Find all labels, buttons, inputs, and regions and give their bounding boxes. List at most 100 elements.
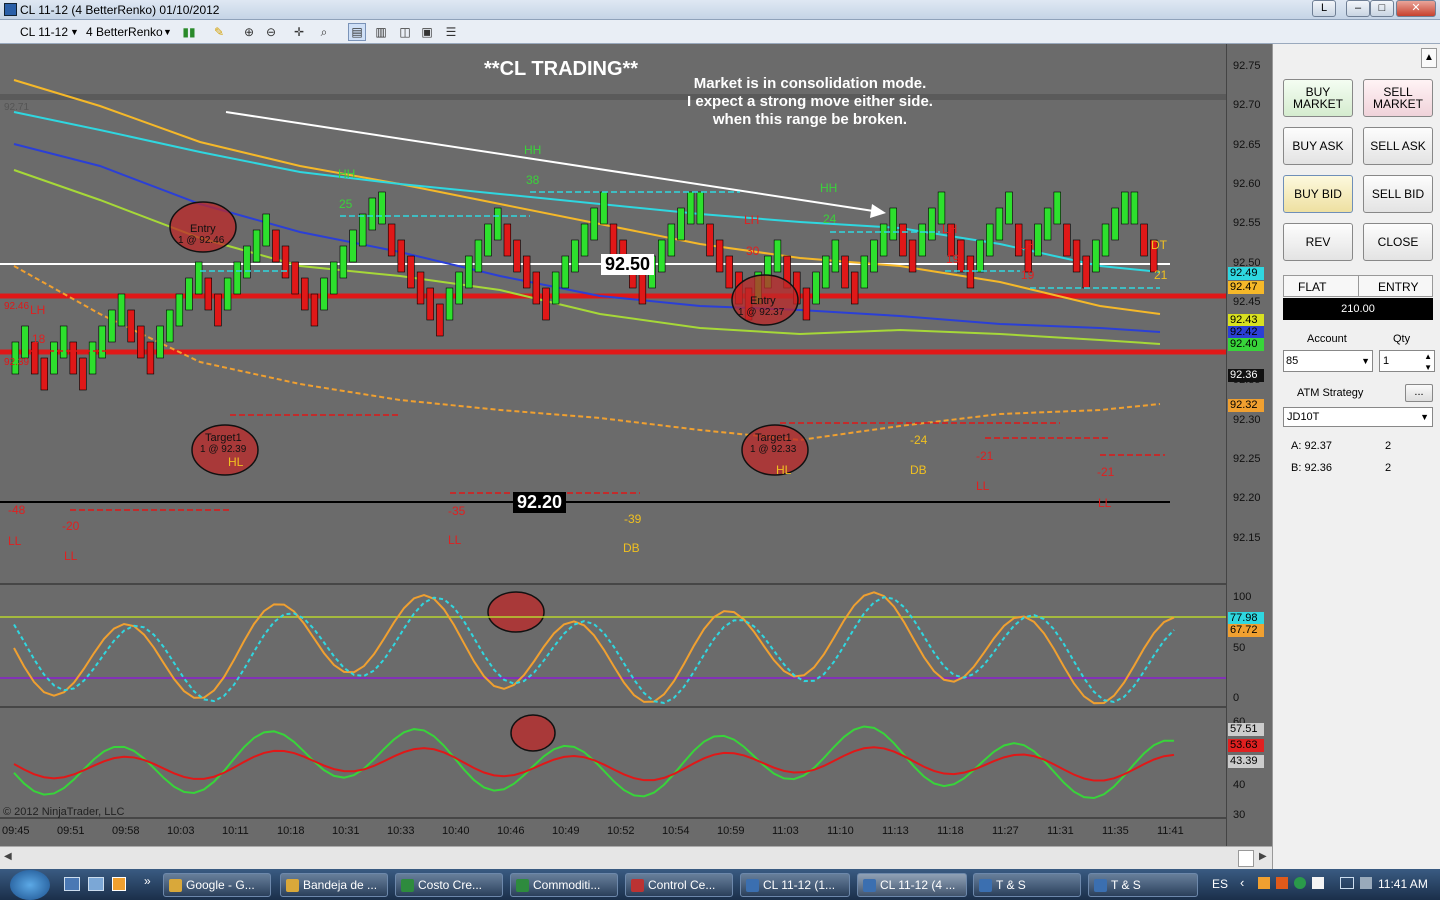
volume-icon[interactable] (1360, 877, 1372, 889)
quantity-stepper[interactable]: 1 ▲ ▼ (1379, 350, 1435, 372)
renko-brick (1111, 207, 1119, 241)
account-select[interactable]: 85 ▼ (1283, 350, 1373, 372)
taskbar-item[interactable]: T & S (973, 873, 1081, 897)
renko-brick (995, 207, 1004, 241)
swing-label: 19 (1021, 268, 1035, 282)
tray-icon[interactable] (1294, 877, 1306, 889)
properties-icon[interactable]: ☰ (442, 23, 460, 41)
stoch-tag: 67.72 (1228, 624, 1264, 637)
swing-label: -21 (1097, 465, 1115, 479)
ask-size: 2 (1385, 440, 1392, 452)
renko-brick (889, 207, 897, 241)
taskbar: » Google - G... Bandeja de ... Costo Cre… (0, 869, 1440, 900)
swing-label: -24 (910, 433, 928, 447)
sell-market-button[interactable]: SELL MARKET (1363, 79, 1433, 117)
renko-brick (127, 309, 135, 343)
outlook-icon[interactable] (112, 877, 126, 891)
chart-panel[interactable]: HH 38 HH 24 25 HH LH 30 LH LH 19 19 DT 21 18 LH -48 LL -20… (0, 44, 1272, 846)
chart-title: **CL TRADING** (484, 58, 639, 80)
start-button[interactable] (10, 870, 50, 900)
zoom-out-icon[interactable]: ⊖ (262, 23, 280, 41)
price-chart[interactable]: HH 38 HH 24 25 HH LH 30 LH LH 19 19 DT 21 18 LH -48 LL -20… (0, 44, 1226, 846)
tray-icon[interactable] (1258, 877, 1270, 889)
y-tick-label: 92.75 (1233, 60, 1261, 72)
chevron-left-icon[interactable]: ‹ (1240, 875, 1244, 890)
price-label: 92.39 (4, 357, 29, 368)
renko-brick (484, 223, 492, 257)
scroll-up-icon[interactable]: ▲ (1421, 48, 1437, 68)
price-tag: 92.36 (1228, 369, 1264, 382)
zoom-in-icon[interactable]: ⊕ (240, 23, 258, 41)
renko-brick (233, 261, 241, 295)
clock[interactable]: 11:41 AM (1378, 877, 1428, 891)
sell-ask-button[interactable]: SELL ASK (1363, 127, 1433, 165)
crosshair-icon[interactable]: ✛ (290, 23, 308, 41)
tray-icon[interactable] (1276, 877, 1288, 889)
sell-bid-button[interactable]: SELL BID (1363, 175, 1433, 213)
bar-style-icon[interactable]: ▮▮ (180, 23, 198, 41)
control-center-icon (631, 879, 644, 892)
scroll-left-icon[interactable]: ◀ (4, 851, 12, 862)
renko-brick (98, 325, 106, 359)
scroll-right-icon[interactable]: ▶ (1259, 851, 1267, 862)
swing-label: 25 (339, 197, 353, 211)
renko-brick (658, 239, 666, 273)
taskbar-item[interactable]: Costo Cre... (395, 873, 503, 897)
scroll-thumb[interactable] (1238, 850, 1254, 867)
entry-label: Entry (750, 295, 776, 307)
templates-icon[interactable]: ▣ (418, 23, 436, 41)
time-and-sales-icon (979, 879, 992, 892)
atm-strategy-select[interactable]: JD10T ▼ (1283, 407, 1433, 427)
chevron-down-icon[interactable]: ▼ (1361, 351, 1370, 371)
excel-icon (516, 879, 529, 892)
buy-market-button[interactable]: BUY MARKET (1283, 79, 1353, 117)
band (0, 94, 1226, 100)
chevron-down-icon[interactable]: ▼ (163, 24, 172, 40)
taskbar-item-active[interactable]: CL 11-12 (4 ... (857, 873, 967, 897)
strategies-icon[interactable]: ◫ (396, 23, 414, 41)
chevron-right-icon[interactable]: » (144, 874, 151, 888)
renko-brick (937, 191, 946, 225)
stepper-down-icon[interactable]: ▼ (1424, 358, 1432, 378)
taskbar-item[interactable]: Control Ce... (625, 873, 733, 897)
language-button[interactable]: L (1312, 0, 1336, 17)
taskbar-item[interactable]: Bandeja de ... (280, 873, 388, 897)
chart-toolbar: CL 11-12 ▼ 4 BetterRenko ▼ ▮▮ ✎ ⊕ ⊖ ✛ ⌕ … (0, 20, 1440, 44)
indicators-icon[interactable]: ▥ (372, 23, 390, 41)
explorer-icon[interactable] (88, 877, 104, 891)
taskbar-item-label: Commoditi... (533, 878, 601, 892)
search-icon[interactable]: ⌕ (315, 23, 333, 41)
renko-brick (1072, 239, 1081, 273)
instrument-selector[interactable]: CL 11-12 (20, 24, 68, 40)
taskbar-item[interactable]: T & S (1088, 873, 1198, 897)
close-position-button[interactable]: CLOSE (1363, 223, 1433, 261)
taskbar-item-label: T & S (996, 878, 1026, 892)
renko-brick (79, 357, 87, 391)
swing-label: LL (64, 549, 78, 563)
account-label: Account (1307, 333, 1347, 345)
taskbar-item[interactable]: Commoditi... (510, 873, 618, 897)
buy-ask-button[interactable]: BUY ASK (1283, 127, 1353, 165)
language-indicator[interactable]: ES (1212, 877, 1228, 891)
network-icon[interactable] (1340, 877, 1354, 889)
chevron-down-icon[interactable]: ▼ (1420, 408, 1429, 426)
pencil-icon[interactable]: ✎ (210, 23, 228, 41)
renko-brick (156, 325, 164, 359)
tray-icon[interactable] (1312, 877, 1324, 889)
osc-tag: 57.51 (1228, 723, 1264, 736)
atm-more-button[interactable]: ... (1405, 384, 1433, 402)
reverse-button[interactable]: REV (1283, 223, 1353, 261)
bar-type-selector[interactable]: 4 BetterRenko (86, 24, 163, 40)
renko-brick (503, 223, 512, 257)
taskbar-item[interactable]: CL 11-12 (1... (740, 873, 850, 897)
close-button[interactable]: ✕ (1396, 0, 1436, 17)
show-desktop-icon[interactable] (64, 877, 80, 891)
chevron-down-icon[interactable]: ▼ (70, 24, 79, 40)
x-tick-label: 10:40 (442, 825, 470, 837)
horizontal-scrollbar[interactable]: ◀ ▶ (0, 846, 1272, 869)
minimize-button[interactable]: – (1346, 0, 1370, 17)
taskbar-item[interactable]: Google - G... (163, 873, 271, 897)
buy-bid-button[interactable]: BUY BID (1283, 175, 1353, 213)
chart-trader-icon[interactable]: ▤ (348, 23, 366, 41)
maximize-button[interactable]: □ (1370, 0, 1394, 17)
